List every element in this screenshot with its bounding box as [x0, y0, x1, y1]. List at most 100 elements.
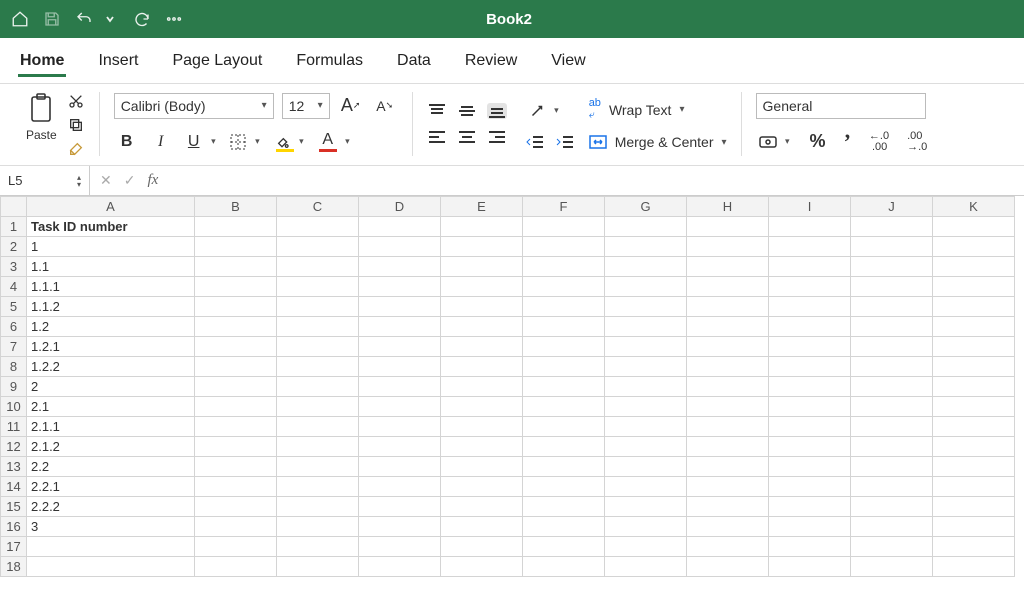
cell[interactable] [933, 437, 1015, 457]
borders-button[interactable]: ▾ [226, 129, 262, 155]
cell[interactable] [851, 317, 933, 337]
cell[interactable] [441, 497, 523, 517]
cell[interactable] [769, 257, 851, 277]
cell[interactable] [523, 437, 605, 457]
cell[interactable] [277, 457, 359, 477]
row-header[interactable]: 1 [1, 217, 27, 237]
cell[interactable] [933, 297, 1015, 317]
cell[interactable] [27, 537, 195, 557]
row-header[interactable]: 10 [1, 397, 27, 417]
row-header[interactable]: 2 [1, 237, 27, 257]
cell[interactable] [687, 277, 769, 297]
paste-label[interactable]: Paste [26, 128, 57, 142]
cell[interactable] [277, 257, 359, 277]
cell[interactable] [851, 277, 933, 297]
cell[interactable] [359, 217, 441, 237]
cell[interactable] [933, 317, 1015, 337]
cell[interactable] [769, 397, 851, 417]
cell[interactable] [195, 557, 277, 577]
redo-icon[interactable] [132, 9, 152, 29]
cell[interactable] [605, 537, 687, 557]
cell[interactable] [851, 297, 933, 317]
cell[interactable] [687, 257, 769, 277]
grow-font-button[interactable]: A➚ [338, 93, 364, 119]
cancel-formula-icon[interactable]: ✕ [100, 172, 112, 189]
cell[interactable] [687, 457, 769, 477]
cell[interactable] [359, 397, 441, 417]
cell[interactable] [441, 317, 523, 337]
cell[interactable] [359, 317, 441, 337]
align-middle-icon[interactable] [457, 103, 477, 119]
cell[interactable] [605, 477, 687, 497]
cell[interactable] [359, 237, 441, 257]
cell[interactable] [359, 337, 441, 357]
cell[interactable] [195, 497, 277, 517]
cell[interactable] [933, 517, 1015, 537]
cell[interactable] [441, 217, 523, 237]
undo-dropdown-icon[interactable] [100, 9, 120, 29]
cell[interactable] [687, 377, 769, 397]
cell[interactable] [769, 457, 851, 477]
cell[interactable] [277, 397, 359, 417]
cell[interactable] [359, 277, 441, 297]
cell[interactable] [195, 537, 277, 557]
cell[interactable] [851, 537, 933, 557]
cell[interactable] [687, 397, 769, 417]
font-color-button[interactable]: A ▾ [316, 129, 352, 155]
tab-review[interactable]: Review [463, 48, 519, 77]
cell[interactable] [769, 297, 851, 317]
cell[interactable] [687, 357, 769, 377]
cell[interactable] [523, 217, 605, 237]
cell[interactable] [441, 537, 523, 557]
cell[interactable] [605, 237, 687, 257]
cell[interactable]: 3 [27, 517, 195, 537]
row-header[interactable]: 9 [1, 377, 27, 397]
cell[interactable] [687, 237, 769, 257]
cell[interactable] [277, 277, 359, 297]
cell[interactable]: 1.2.2 [27, 357, 195, 377]
cell[interactable] [933, 497, 1015, 517]
cell[interactable] [195, 457, 277, 477]
cell[interactable] [523, 317, 605, 337]
italic-button[interactable]: I [148, 129, 174, 155]
tab-page-layout[interactable]: Page Layout [170, 48, 264, 77]
cell[interactable] [277, 497, 359, 517]
cell[interactable] [933, 277, 1015, 297]
cell[interactable] [769, 217, 851, 237]
cell[interactable] [441, 337, 523, 357]
cell[interactable] [441, 297, 523, 317]
cell[interactable] [769, 237, 851, 257]
cell[interactable] [441, 357, 523, 377]
row-header[interactable]: 5 [1, 297, 27, 317]
cell[interactable] [195, 337, 277, 357]
row-header[interactable]: 11 [1, 417, 27, 437]
cell[interactable] [277, 317, 359, 337]
format-painter-icon[interactable] [67, 140, 85, 158]
row-header[interactable]: 13 [1, 457, 27, 477]
cell[interactable] [359, 497, 441, 517]
cell[interactable] [933, 477, 1015, 497]
cell[interactable] [195, 517, 277, 537]
merge-center-button[interactable]: Merge & Center ▾ [589, 134, 727, 150]
cell[interactable] [933, 257, 1015, 277]
cell[interactable] [769, 417, 851, 437]
cell[interactable]: 1.1.2 [27, 297, 195, 317]
cell[interactable] [769, 477, 851, 497]
cell[interactable] [441, 257, 523, 277]
cell[interactable] [851, 497, 933, 517]
cell[interactable] [605, 217, 687, 237]
cell[interactable]: 2.2.1 [27, 477, 195, 497]
column-header[interactable]: E [441, 197, 523, 217]
cell[interactable] [523, 477, 605, 497]
cell[interactable] [605, 497, 687, 517]
cell[interactable] [769, 517, 851, 537]
cell[interactable] [851, 337, 933, 357]
column-header[interactable]: F [523, 197, 605, 217]
cell[interactable] [933, 397, 1015, 417]
cell[interactable] [523, 277, 605, 297]
decrease-decimal-button[interactable]: .00→.0 [907, 131, 927, 153]
cell[interactable] [277, 417, 359, 437]
cell[interactable] [605, 377, 687, 397]
cell[interactable] [933, 537, 1015, 557]
align-center-icon[interactable] [457, 129, 477, 145]
